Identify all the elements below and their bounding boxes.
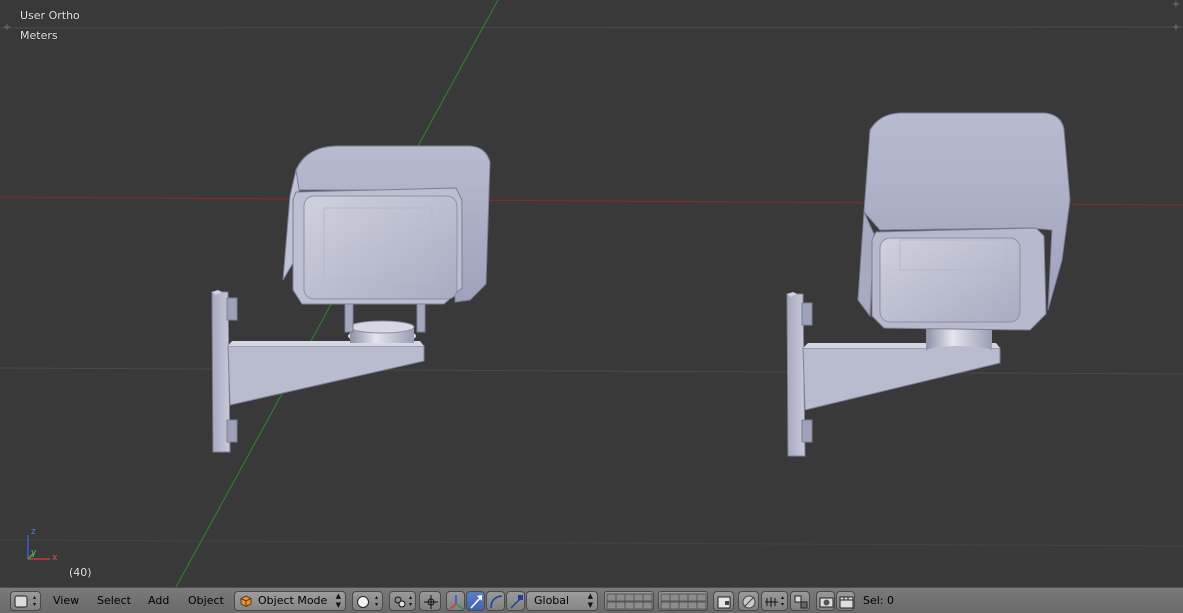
mode-dropdown[interactable]: Object Mode ▲ ▼ — [234, 591, 346, 611]
lock-camera-button[interactable] — [713, 591, 734, 611]
grid-line — [0, 539, 1183, 547]
proportional-edit-button[interactable] — [738, 591, 759, 611]
grid-line — [0, 367, 1183, 375]
axis-z-label: z — [31, 527, 36, 537]
rotate-manipulator-button[interactable] — [486, 591, 505, 611]
menu-select[interactable]: Select — [97, 594, 131, 607]
snap-element-button[interactable] — [761, 591, 788, 611]
manipulator-toggle-icon — [424, 595, 438, 609]
move-arrow-icon — [470, 595, 482, 609]
scale-manipulator-icon — [510, 595, 523, 609]
current-frame-label: (40) — [69, 566, 92, 579]
region-split-top-left[interactable]: + — [2, 23, 12, 33]
snap-target-icon — [794, 595, 808, 609]
menu-add[interactable]: Add — [148, 594, 169, 607]
axis-x-label: x — [52, 553, 58, 563]
layers-grid-icon — [606, 593, 653, 610]
region-split-top-right[interactable]: + — [1171, 0, 1181, 10]
layers-grid-1[interactable] — [604, 591, 654, 611]
render-animation-button[interactable] — [836, 591, 855, 611]
axis-y-label: y — [31, 548, 37, 558]
selection-count: Sel: 0 — [863, 594, 895, 607]
viewport-scene[interactable]: z y x — [0, 0, 1183, 587]
render-button[interactable] — [816, 591, 835, 611]
scale-manipulator-button[interactable] — [506, 591, 525, 611]
proportional-edit-icon — [742, 595, 756, 609]
security-camera-left[interactable] — [211, 145, 491, 453]
editor-type-button[interactable] — [10, 591, 41, 611]
move-manipulator-button[interactable] — [466, 591, 485, 611]
security-camera-right[interactable] — [786, 112, 1071, 457]
3d-view-header: View Select Add Object Object Mode ▲ ▼ G… — [0, 587, 1183, 613]
mode-label: Object Mode — [258, 594, 328, 607]
translate-manipulator-icon — [449, 595, 464, 610]
transform-orientation-dropdown[interactable]: Global ▲ ▼ — [526, 591, 598, 611]
menu-view[interactable]: View — [53, 594, 79, 607]
menu-object[interactable]: Object — [188, 594, 224, 607]
rotate-manipulator-icon — [490, 595, 503, 609]
view-name-label: User Ortho — [20, 9, 80, 22]
translate-manipulator-button[interactable] — [446, 591, 465, 611]
units-label: Meters — [20, 29, 58, 42]
lock-camera-icon — [717, 596, 731, 609]
pivot-point-icon — [394, 596, 412, 608]
snap-target-button[interactable] — [790, 591, 810, 611]
dropdown-arrows-icon: ▲ ▼ — [587, 592, 593, 609]
layers-grid-2[interactable] — [658, 591, 708, 611]
3d-viewport[interactable]: z y x User Ortho Meters (40) + + + — [0, 0, 1183, 587]
editor-type-icon — [14, 595, 36, 608]
dropdown-arrows-icon: ▲ ▼ — [335, 592, 341, 609]
layers-grid-icon — [660, 593, 707, 610]
orientation-label: Global — [534, 594, 570, 607]
object-mode-icon — [240, 595, 252, 607]
snap-icon — [765, 596, 784, 607]
render-icon — [819, 597, 834, 608]
region-split-right[interactable]: + — [1171, 23, 1181, 33]
manipulator-toggle-button[interactable] — [419, 591, 441, 611]
viewport-shading-button[interactable] — [352, 591, 383, 611]
viewport-shading-icon — [357, 596, 378, 608]
grid-line — [0, 26, 1183, 29]
render-animation-icon — [839, 596, 854, 609]
pivot-point-button[interactable] — [389, 591, 416, 611]
